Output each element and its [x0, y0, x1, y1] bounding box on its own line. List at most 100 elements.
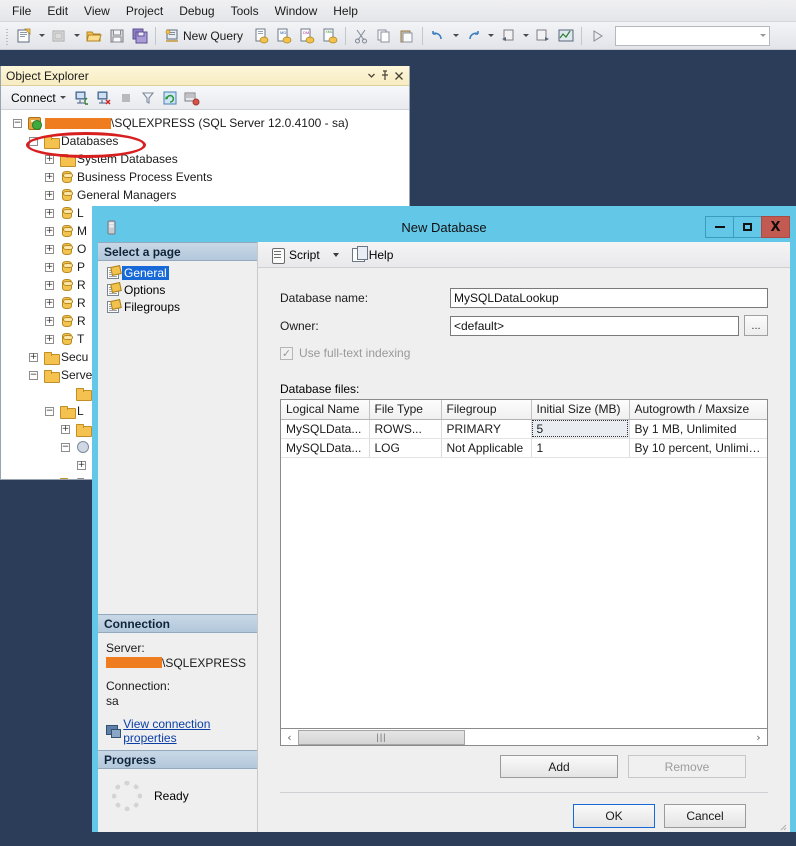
connect-dropdown-icon[interactable] [60, 96, 66, 99]
filter-icon[interactable] [138, 88, 158, 108]
tree-node-general-managers[interactable]: + General Managers [1, 186, 409, 204]
new-db-engine-query-icon[interactable] [250, 25, 272, 47]
script-dropdown-icon[interactable] [333, 253, 339, 257]
tree-node-system-databases[interactable]: + System Databases [1, 150, 409, 168]
maximize-icon[interactable] [733, 216, 762, 238]
page-item-options[interactable]: Options [104, 281, 257, 298]
new-analysis-xmla-query-icon[interactable]: XML [319, 25, 341, 47]
toolbar-grip[interactable] [4, 27, 10, 45]
expander-icon[interactable]: + [45, 155, 54, 164]
connect-object-explorer-icon[interactable] [72, 88, 92, 108]
column-header-logical-name[interactable]: Logical Name [281, 400, 369, 419]
menu-item-edit[interactable]: Edit [39, 1, 76, 21]
expander-icon[interactable]: + [29, 353, 38, 362]
minimize-icon[interactable] [705, 216, 734, 238]
expander-icon[interactable]: + [45, 209, 54, 218]
script-button[interactable]: Script [266, 245, 325, 265]
database-name-input[interactable]: MySQLDataLookup [450, 288, 768, 308]
view-connection-properties-row[interactable]: View connection properties [106, 717, 249, 745]
cell-file-type[interactable]: LOG [369, 438, 441, 457]
column-header-initial-size[interactable]: Initial Size (MB) [531, 400, 629, 419]
cell-autogrowth-maxsize[interactable]: By 10 percent, Unlimited [629, 438, 767, 457]
expander-icon[interactable]: + [77, 461, 86, 470]
available-databases-combo[interactable] [615, 26, 770, 46]
database-files-grid[interactable]: Logical Name File Type Filegroup Initial… [280, 399, 768, 729]
expander-icon[interactable]: − [29, 137, 38, 146]
scrollbar-thumb[interactable]: ||| [298, 730, 465, 745]
table-row[interactable]: MySQLData... LOG Not Applicable 1 By 10 … [281, 438, 767, 457]
navigate-forward-icon[interactable] [532, 25, 554, 47]
menu-item-tools[interactable]: Tools [223, 1, 267, 21]
navigate-backward-icon[interactable] [497, 25, 519, 47]
cell-autogrowth-maxsize[interactable]: By 1 MB, Unlimited [629, 419, 767, 438]
scrollbar-track[interactable]: ||| [298, 730, 750, 745]
menu-item-file[interactable]: File [4, 1, 39, 21]
column-header-file-type[interactable]: File Type [369, 400, 441, 419]
expander-icon[interactable]: + [45, 335, 54, 344]
expander-icon[interactable]: − [29, 371, 38, 380]
page-item-filegroups[interactable]: Filegroups [104, 298, 257, 315]
new-project-dropdown-icon[interactable] [36, 25, 47, 47]
ok-button[interactable]: OK [573, 804, 655, 828]
scroll-left-icon[interactable]: ‹ [281, 730, 298, 745]
new-analysis-dmx-query-icon[interactable]: DM [296, 25, 318, 47]
copy-icon[interactable] [373, 25, 395, 47]
expander-icon[interactable]: + [45, 281, 54, 290]
save-icon[interactable] [106, 25, 128, 47]
connect-button[interactable]: Connect [7, 90, 70, 106]
stop-icon[interactable] [116, 88, 136, 108]
undo-dropdown-icon[interactable] [450, 25, 461, 47]
navigate-backward-dropdown-icon[interactable] [520, 25, 531, 47]
menu-item-view[interactable]: View [76, 1, 118, 21]
pin-icon[interactable] [378, 68, 392, 84]
open-file-icon[interactable] [83, 25, 105, 47]
cell-initial-size[interactable]: 5 [531, 419, 629, 438]
expander-icon[interactable]: + [45, 191, 54, 200]
column-header-autogrowth-maxsize[interactable]: Autogrowth / Maxsize [629, 400, 767, 419]
redo-dropdown-icon[interactable] [485, 25, 496, 47]
dialog-titlebar[interactable]: New Database X [98, 212, 790, 242]
cell-file-type[interactable]: ROWS... [369, 419, 441, 438]
save-all-icon[interactable] [129, 25, 151, 47]
expander-icon[interactable]: + [45, 299, 54, 308]
tree-node-business-process-events[interactable]: + Business Process Events [1, 168, 409, 186]
menu-item-help[interactable]: Help [325, 1, 366, 21]
expander-icon[interactable]: − [61, 443, 70, 452]
activity-monitor-icon[interactable] [555, 25, 577, 47]
owner-input[interactable]: <default> [450, 316, 739, 336]
undo-icon[interactable] [427, 25, 449, 47]
expander-icon[interactable]: + [45, 317, 54, 326]
cell-initial-size[interactable]: 1 [531, 438, 629, 457]
expander-icon[interactable]: − [13, 119, 22, 128]
cell-filegroup[interactable]: PRIMARY [441, 419, 531, 438]
expander-icon[interactable]: + [45, 227, 54, 236]
expander-icon[interactable]: + [45, 245, 54, 254]
cancel-button[interactable]: Cancel [664, 804, 746, 828]
new-query-button[interactable]: New Query [160, 25, 249, 47]
menu-item-project[interactable]: Project [118, 1, 171, 21]
open-project-icon[interactable] [48, 25, 70, 47]
tree-node-databases[interactable]: − Databases [1, 132, 409, 150]
redo-icon[interactable] [462, 25, 484, 47]
disconnect-icon[interactable] [94, 88, 114, 108]
view-connection-properties-link[interactable]: View connection properties [123, 717, 249, 745]
expander-icon[interactable]: + [61, 425, 70, 434]
new-analysis-mdx-query-icon[interactable]: MD [273, 25, 295, 47]
column-header-filegroup[interactable]: Filegroup [441, 400, 531, 419]
expander-icon[interactable]: + [45, 173, 54, 182]
resize-grip[interactable] [777, 820, 787, 830]
open-project-dropdown-icon[interactable] [71, 25, 82, 47]
select-a-page-list[interactable]: General Options Filegroups [98, 261, 257, 315]
grid-horizontal-scrollbar[interactable]: ‹ ||| › [280, 729, 768, 746]
cell-logical-name[interactable]: MySQLData... [281, 419, 369, 438]
execute-icon[interactable] [586, 25, 608, 47]
refresh-icon[interactable] [160, 88, 180, 108]
expander-icon[interactable]: + [45, 263, 54, 272]
owner-browse-button[interactable]: ... [744, 315, 768, 336]
cell-logical-name[interactable]: MySQLData... [281, 438, 369, 457]
page-item-general[interactable]: General [104, 264, 257, 281]
scroll-right-icon[interactable]: › [750, 730, 767, 745]
expander-icon[interactable]: + [45, 479, 54, 480]
add-button[interactable]: Add [500, 755, 618, 778]
cut-icon[interactable] [350, 25, 372, 47]
